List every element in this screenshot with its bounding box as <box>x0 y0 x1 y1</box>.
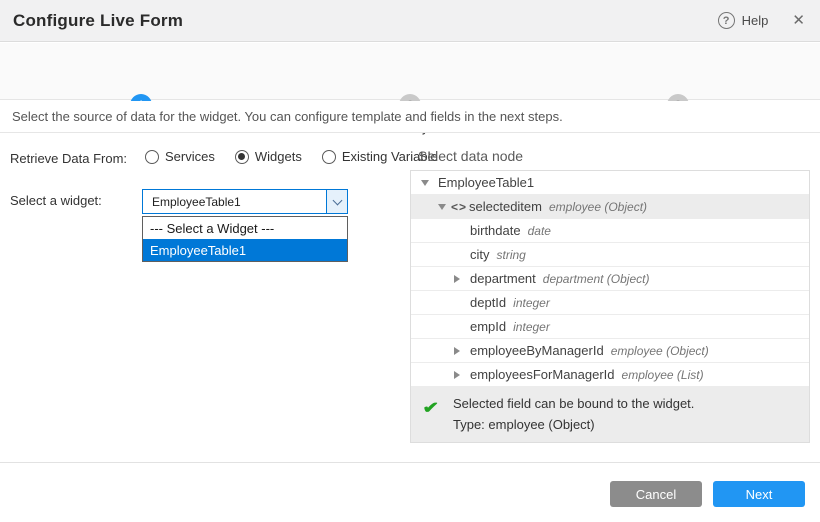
data-source-radio-group: Services Widgets Existing Variable <box>145 149 438 164</box>
tree-node-label: employeeByManagerId <box>411 343 604 358</box>
radio-services[interactable]: Services <box>145 149 215 164</box>
tree-node-type: department (Object) <box>543 272 650 286</box>
caret-right-icon[interactable] <box>454 371 460 379</box>
tree-row-birthdate[interactable]: birthdate date <box>411 219 809 243</box>
tree-row-department[interactable]: department department (Object) <box>411 267 809 291</box>
dropdown-option-employeetable1[interactable]: EmployeeTable1 <box>143 239 347 261</box>
tree-node-type: date <box>528 224 551 238</box>
next-button[interactable]: Next <box>713 481 805 507</box>
tree-row-deptid[interactable]: deptId integer <box>411 291 809 315</box>
description-bar: Select the source of data for the widget… <box>0 101 820 133</box>
dropdown-option-placeholder[interactable]: --- Select a Widget --- <box>143 217 347 239</box>
dialog-title: Configure Live Form <box>13 11 183 31</box>
radio-widgets-circle[interactable] <box>235 150 249 164</box>
radio-existing-variable-circle[interactable] <box>322 150 336 164</box>
radio-widgets-label: Widgets <box>255 149 302 164</box>
cancel-button[interactable]: Cancel <box>610 481 702 507</box>
tree-row-employeesformanagerid[interactable]: employeesForManagerId employee (List) <box>411 363 809 387</box>
radio-services-label: Services <box>165 149 215 164</box>
dialog-titlebar: Configure Live Form ? Help ✕ <box>0 0 820 42</box>
tree-node-label: birthdate <box>411 223 521 238</box>
binding-info-type: Type: employee (Object) <box>453 417 799 432</box>
help-icon[interactable]: ? <box>718 12 735 29</box>
binding-info-box: ✔ Selected field can be bound to the wid… <box>411 387 809 443</box>
radio-widgets[interactable]: Widgets <box>235 149 302 164</box>
chevron-down-icon <box>332 195 342 205</box>
binding-info-message: Selected field can be bound to the widge… <box>453 396 799 411</box>
widget-select[interactable]: EmployeeTable1 <box>142 189 348 214</box>
select-data-node-heading: Select data node <box>418 148 523 164</box>
tree-node-label: employeesForManagerId <box>411 367 615 382</box>
caret-down-icon[interactable] <box>421 180 429 186</box>
tree-row-city[interactable]: city string <box>411 243 809 267</box>
tree-node-label: deptId <box>411 295 506 310</box>
tree-node-label: empId <box>411 319 506 334</box>
tree-node-type: employee (Object) <box>549 200 647 214</box>
select-widget-label: Select a widget: <box>10 193 102 208</box>
widget-dropdown-list: --- Select a Widget --- EmployeeTable1 <box>142 216 348 262</box>
widget-select-arrow-button[interactable] <box>326 190 347 213</box>
radio-services-circle[interactable] <box>145 150 159 164</box>
tree-node-type: employee (List) <box>622 368 704 382</box>
wizard-stepper: 1 Data 2 Form Layout 3 Form Fields <box>0 43 820 100</box>
retrieve-data-from-label: Retrieve Data From: <box>10 151 127 166</box>
tree-node-type: string <box>497 248 526 262</box>
tree-node-label: department <box>411 271 536 286</box>
configure-live-form-dialog: Configure Live Form ? Help ✕ 1 Data 2 Fo… <box>0 0 820 522</box>
check-icon: ✔ <box>422 398 439 418</box>
tree-row-employeetable1[interactable]: EmployeeTable1 <box>411 171 809 195</box>
tree-row-empid[interactable]: empId integer <box>411 315 809 339</box>
description-text: Select the source of data for the widget… <box>12 109 563 124</box>
tree-row-selecteditem[interactable]: <> selecteditem employee (Object) <box>411 195 809 219</box>
caret-right-icon[interactable] <box>454 347 460 355</box>
tree-row-employeebymanagerid[interactable]: employeeByManagerId employee (Object) <box>411 339 809 363</box>
tree-node-label: EmployeeTable1 <box>411 175 534 190</box>
tree-node-label: selecteditem <box>411 199 542 214</box>
caret-down-icon[interactable] <box>438 204 446 210</box>
tree-node-type: integer <box>513 296 550 310</box>
tree-node-type: integer <box>513 320 550 334</box>
help-label[interactable]: Help <box>742 13 769 28</box>
data-node-tree: EmployeeTable1 <> selecteditem employee … <box>410 170 810 443</box>
tree-node-label: city <box>411 247 490 262</box>
code-brackets-icon: <> <box>451 200 467 214</box>
tree-node-type: employee (Object) <box>611 344 709 358</box>
caret-right-icon[interactable] <box>454 275 460 283</box>
footer-divider <box>0 462 820 463</box>
widget-select-value[interactable]: EmployeeTable1 <box>143 190 326 213</box>
help-button[interactable]: ? Help <box>718 12 769 29</box>
close-icon[interactable]: ✕ <box>792 13 805 28</box>
